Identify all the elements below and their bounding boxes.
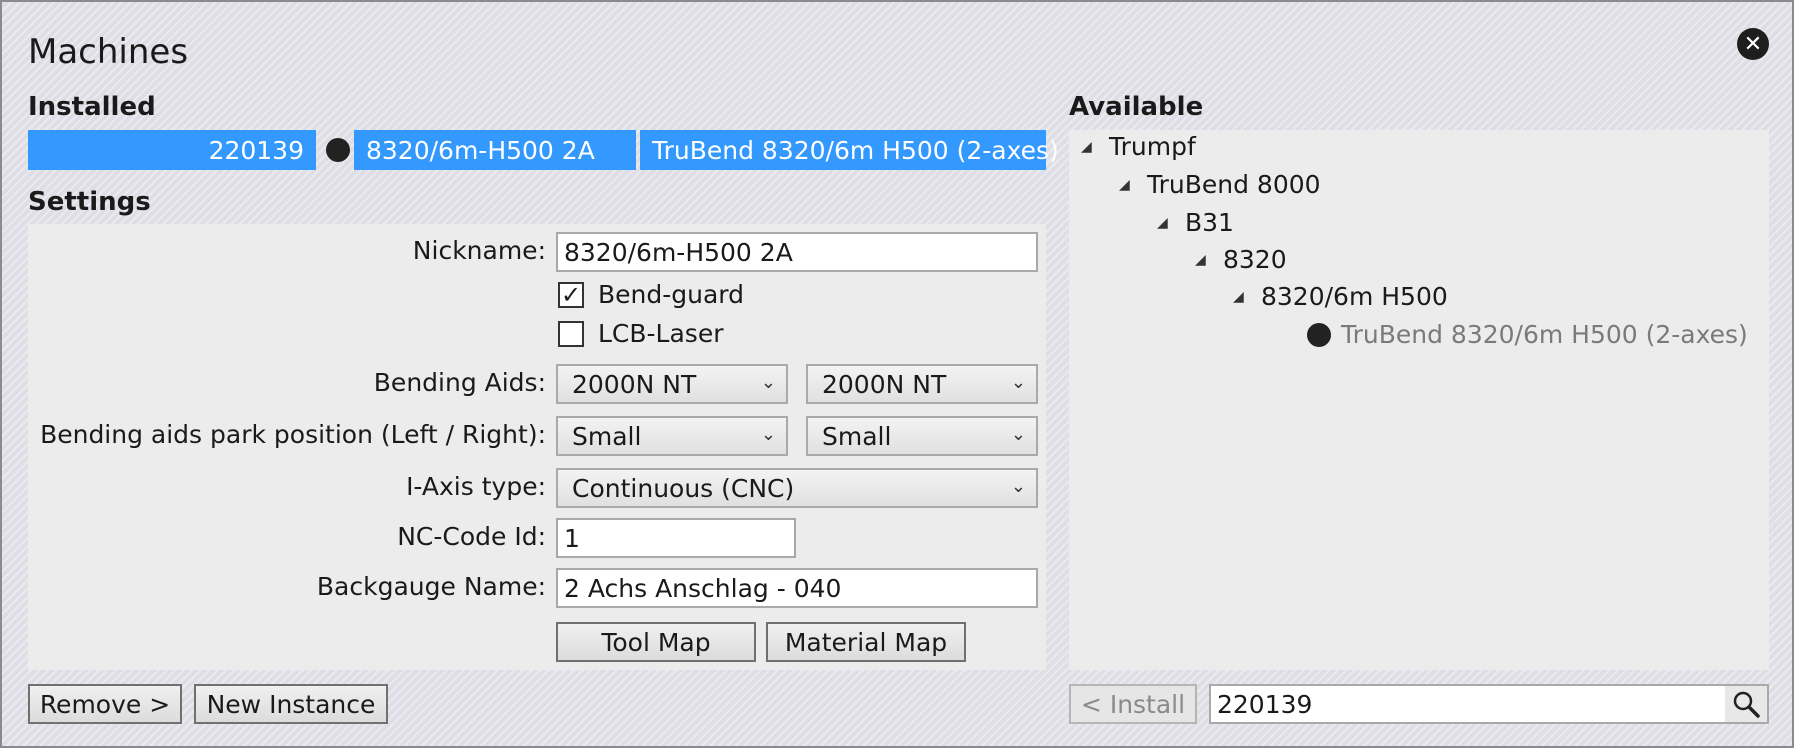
dialog-title: Machines — [28, 32, 189, 72]
expanded-triangle-icon[interactable]: ◢ — [1157, 215, 1171, 231]
installed-machine-row[interactable]: 220139 8320/6m-H500 2A TruBend 8320/6m H… — [28, 130, 1059, 170]
status-dot-icon — [1307, 322, 1331, 347]
tree-node-label: TruBend 8000 — [1147, 170, 1321, 199]
status-dot-icon — [326, 138, 350, 162]
bending-aids-right-value: 2000N NT — [822, 369, 947, 399]
iaxis-label: I-Axis type: — [406, 472, 546, 501]
remove-button[interactable]: Remove > — [28, 684, 182, 724]
expanded-triangle-icon[interactable]: ◢ — [1119, 177, 1133, 193]
bending-aids-right-select[interactable]: 2000N NT ⌄ — [806, 364, 1038, 404]
iaxis-value: Continuous (CNC) — [572, 473, 795, 503]
backgauge-field[interactable]: 2 Achs Anschlag - 040 — [556, 568, 1038, 608]
expanded-triangle-icon[interactable]: ◢ — [1233, 289, 1247, 305]
search-value: 220139 — [1217, 689, 1313, 719]
nickname-label: Nickname: — [412, 236, 546, 265]
tree-node-label: 8320/6m H500 — [1261, 282, 1448, 311]
park-left-value: Small — [572, 421, 642, 451]
bend-guard-checkbox-row[interactable]: ✓ Bend-guard — [558, 280, 744, 309]
install-button[interactable]: < Install — [1069, 684, 1197, 724]
bend-guard-label: Bend-guard — [598, 280, 745, 309]
material-map-button[interactable]: Material Map — [766, 622, 966, 662]
bending-aids-left-select[interactable]: 2000N NT ⌄ — [556, 364, 788, 404]
available-heading: Available — [1069, 92, 1204, 122]
close-icon[interactable]: ✕ — [1737, 28, 1769, 60]
bend-guard-checkbox[interactable]: ✓ — [558, 281, 584, 308]
tree-node-b31[interactable]: ◢ B31 — [1157, 208, 1234, 237]
park-position-label: Bending aids park position (Left / Right… — [40, 420, 546, 449]
tool-map-button[interactable]: Tool Map — [556, 622, 756, 662]
nccode-label: NC-Code Id: — [397, 522, 546, 551]
search-input[interactable]: 220139 — [1209, 684, 1769, 724]
lcb-laser-checkbox-row[interactable]: LCB-Laser — [558, 319, 724, 348]
settings-panel: Nickname: 8320/6m-H500 2A ✓ Bend-guard L… — [28, 224, 1046, 670]
installed-machine-cell: TruBend 8320/6m H500 (2-axes) — [640, 130, 1059, 170]
tree-node-8320[interactable]: ◢ 8320 — [1195, 245, 1287, 274]
available-tree: ◢ Trumpf ◢ TruBend 8000 ◢ B31 ◢ 8320 ◢ 8… — [1069, 130, 1769, 670]
lcb-laser-label: LCB-Laser — [598, 319, 724, 348]
bending-aids-left-value: 2000N NT — [572, 369, 697, 399]
bending-aids-label: Bending Aids: — [373, 368, 546, 397]
tree-node-trubend-8320-leaf[interactable]: TruBend 8320/6m H500 (2-axes) — [1307, 320, 1748, 349]
chevron-down-icon: ⌄ — [1010, 372, 1026, 393]
park-right-value: Small — [822, 421, 892, 451]
tree-node-label: Trumpf — [1109, 132, 1196, 161]
park-left-select[interactable]: Small ⌄ — [556, 416, 788, 456]
tree-node-label: 8320 — [1223, 245, 1287, 274]
installed-heading: Installed — [28, 92, 156, 122]
lcb-laser-checkbox[interactable] — [558, 320, 584, 347]
tree-node-trumpf[interactable]: ◢ Trumpf — [1081, 132, 1196, 161]
chevron-down-icon: ⌄ — [1010, 476, 1026, 497]
new-instance-button[interactable]: New Instance — [194, 684, 388, 724]
nccode-field[interactable]: 1 — [556, 518, 796, 558]
tree-node-label: TruBend 8320/6m H500 (2-axes) — [1341, 320, 1748, 349]
backgauge-label: Backgauge Name: — [316, 572, 546, 601]
search-icon[interactable] — [1725, 686, 1767, 722]
expanded-triangle-icon[interactable]: ◢ — [1081, 139, 1095, 155]
installed-id-cell: 220139 — [28, 130, 316, 170]
park-right-select[interactable]: Small ⌄ — [806, 416, 1038, 456]
nickname-field[interactable]: 8320/6m-H500 2A — [556, 232, 1038, 272]
settings-heading: Settings — [28, 187, 151, 217]
installed-nickname-cell: 8320/6m-H500 2A — [354, 130, 636, 170]
expanded-triangle-icon[interactable]: ◢ — [1195, 252, 1209, 268]
tree-node-label: B31 — [1185, 208, 1234, 237]
chevron-down-icon: ⌄ — [760, 372, 776, 393]
machines-dialog: Machines ✕ Installed 220139 8320/6m-H500… — [0, 0, 1794, 748]
tree-node-trubend-8000[interactable]: ◢ TruBend 8000 — [1119, 170, 1321, 199]
chevron-down-icon: ⌄ — [760, 424, 776, 445]
tree-node-8320-6m-h500[interactable]: ◢ 8320/6m H500 — [1233, 282, 1448, 311]
iaxis-select[interactable]: Continuous (CNC) ⌄ — [556, 468, 1038, 508]
chevron-down-icon: ⌄ — [1010, 424, 1026, 445]
